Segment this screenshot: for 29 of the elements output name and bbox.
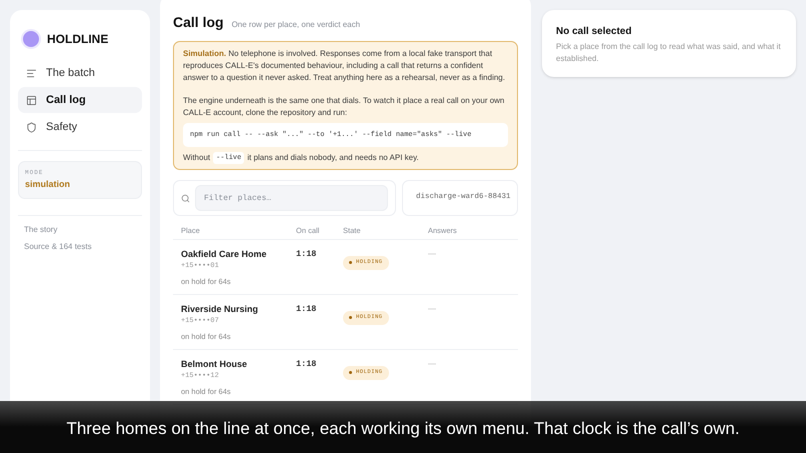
detail-title: No call selected (556, 25, 633, 39)
shield-icon (26, 122, 37, 132)
page-subtitle: One row per place, one verdict each (232, 19, 360, 31)
notice-text: Simulation. No telephone is involved. Responses come from a local fake transport that reproduces CALL-E's documented behaviour, including a call that returns a confident answer to a question it never asked. Treat anything here as a rehearsal, never as a finding. (183, 48, 506, 84)
detail-text: Pick a place from the call log to read what was said, and what it established. (556, 41, 782, 65)
place-name: Oakfield Care Home (181, 248, 268, 260)
answers-value: — (428, 303, 437, 315)
brand-name: HOLDLINE (47, 31, 108, 48)
search-icon (181, 194, 190, 202)
call-duration: 1:18 (296, 248, 318, 260)
notice-note: it plans and dials nobody, and needs no API key. (247, 152, 419, 164)
call-duration: 1:18 (296, 303, 318, 315)
caption-text: Three homes on the line at once, each working its own menu. That clock is the call’s own. (66, 418, 740, 440)
answers-value: — (428, 358, 437, 370)
notice-text: The engine underneath is the same one that dials. To watch it place a real call on your own CALL-E account, clone the repository and run: (183, 95, 506, 119)
notice-note: Without (183, 152, 210, 164)
place-name: Belmont House (181, 358, 248, 370)
answers-value: — (428, 248, 437, 260)
place-name: Riverside Nursing (181, 303, 260, 315)
nav-item[interactable]: The batch (18, 60, 142, 86)
call-duration: 1:18 (296, 358, 318, 370)
nav-item[interactable]: Call log (18, 87, 142, 113)
filter-field[interactable]: Filter places… (195, 185, 388, 211)
lines-icon (26, 68, 37, 78)
mode-value: simulation (25, 178, 72, 191)
logo-icon (23, 31, 39, 47)
table-icon (26, 94, 37, 106)
nav-item[interactable]: Safety (18, 114, 142, 140)
page-title: Call log (173, 13, 224, 32)
